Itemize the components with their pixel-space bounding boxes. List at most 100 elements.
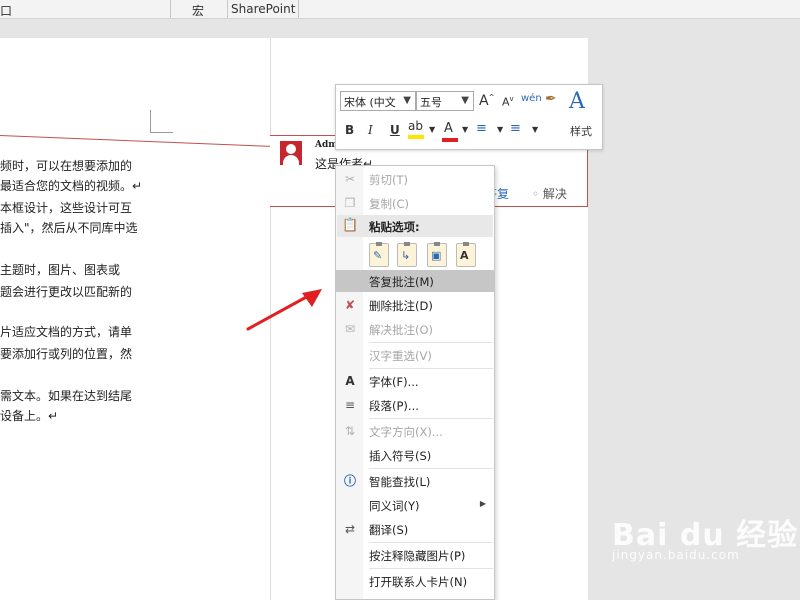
font-name-value: 宋体 (中文 [344, 96, 396, 109]
chevron-down-icon: ▼ [461, 95, 469, 106]
menu-divider [369, 368, 493, 369]
text-only-icon: A [460, 249, 469, 262]
merge-arrow-icon: ↳ [401, 249, 411, 262]
tab-window[interactable]: 口 [0, 2, 12, 19]
picture-icon: ▣ [431, 249, 442, 262]
menu-item-reconvert[interactable]: 汉字重选(V) [336, 344, 494, 366]
italic-button[interactable]: I [368, 123, 373, 137]
menu-item-resolve-comment[interactable]: ✉ 解决批注(O) [336, 318, 494, 340]
shrink-font-icon: A [502, 95, 510, 109]
menu-item-font[interactable]: A 字体(F)... [336, 370, 494, 392]
menu-item-copy[interactable]: ❐ 复制(C) [336, 192, 494, 214]
format-painter-button[interactable]: ✒ [545, 91, 557, 107]
menu-divider [369, 568, 493, 569]
menu-item-hide-ink[interactable]: 按注释隐藏图片(P) [336, 544, 494, 566]
resolve-button[interactable]: ◦ 解决 [532, 185, 567, 202]
delete-comment-icon: ✘ [344, 298, 356, 312]
cut-icon: ✂ [344, 172, 356, 186]
tab-sharepoint[interactable]: SharePoint [231, 2, 295, 16]
highlighter-icon: ab [408, 119, 423, 133]
document-line[interactable]: 主题时，图片、图表或 [0, 259, 120, 281]
menu-item-synonyms[interactable]: 同义词(Y) ▶ [336, 494, 494, 516]
menu-item-label: 答复批注(M) [369, 275, 434, 289]
menu-item-label: 文字方向(X)... [369, 425, 443, 439]
phonetic-guide-button[interactable]: wén [521, 93, 542, 104]
format-painter-icon: ✒ [545, 91, 557, 107]
document-line[interactable]: 需文本。如果在达到结尾 [0, 385, 132, 407]
menu-item-label: 解决批注(O) [369, 323, 434, 337]
chevron-down-icon[interactable]: ▼ [429, 125, 435, 134]
submenu-arrow-icon: ▶ [479, 499, 486, 508]
menu-item-smart-lookup[interactable]: ⓘ 智能查找(L) [336, 470, 494, 492]
paste-options-label: 粘贴选项: [369, 220, 420, 234]
menu-item-label: 删除批注(D) [369, 299, 433, 313]
menu-item-label: 打开联系人卡片(N) [369, 575, 468, 589]
underline-button[interactable]: U [390, 123, 400, 137]
shrink-font-button[interactable]: Av [502, 95, 514, 109]
menu-item-text-direction[interactable]: ⇅ 文字方向(X)... [336, 420, 494, 442]
mini-toolbar: 宋体 (中文 ▼ 五号 ▼ A^ Av wén ✒ A 样式 B I U ab … [335, 84, 603, 150]
menu-item-cut[interactable]: ✂ 剪切(T) [336, 168, 494, 190]
document-line[interactable]: 设备上。↵ [0, 405, 58, 427]
font-name-combo[interactable]: 宋体 (中文 ▼ [340, 91, 416, 111]
menu-item-label: 汉字重选(V) [369, 349, 432, 363]
menu-item-label: 剪切(T) [369, 173, 408, 187]
document-line[interactable]: 本框设计，这些设计可互 [0, 197, 132, 219]
bold-button[interactable]: B [345, 123, 354, 137]
grow-font-button[interactable]: A^ [479, 93, 494, 109]
chevron-down-icon[interactable]: ▼ [532, 125, 538, 134]
highlight-color-bar [408, 135, 424, 139]
bullets-icon[interactable]: ≡ [476, 121, 487, 136]
resolve-icon: ◦ [532, 187, 540, 201]
paste-keep-source-button[interactable]: ✎ [369, 242, 389, 267]
baidu-watermark: Bai du 经验 jingyan.baidu.com [612, 510, 798, 562]
document-line[interactable]: 要添加行或列的位置，然 [0, 343, 132, 365]
menu-divider [369, 342, 493, 343]
margin-corner-mark [150, 110, 173, 133]
menu-item-delete-comment[interactable]: ✘ 删除批注(D) [336, 294, 494, 316]
tab-macro[interactable]: 宏 [192, 2, 204, 19]
document-line[interactable]: 插入"，然后从不同库中选 [0, 217, 138, 239]
document-line[interactable]: 题会进行更改以匹配新的 [0, 281, 132, 303]
menu-item-label: 按注释隐藏图片(P) [369, 549, 466, 563]
font-color-bar [442, 138, 458, 142]
font-color-icon: A [444, 121, 453, 136]
menu-item-open-contact-card[interactable]: 打开联系人卡片(N) [336, 570, 494, 592]
menu-item-label: 插入符号(S) [369, 449, 432, 463]
chevron-down-icon[interactable]: ▼ [497, 125, 503, 134]
paste-icon: 📋 [342, 218, 359, 233]
chevron-down-icon[interactable]: ▼ [462, 125, 468, 134]
paste-picture-button[interactable]: ▣ [427, 242, 447, 267]
document-line[interactable]: 最适合您的文档的视频。↵ [0, 175, 142, 197]
menu-item-translate[interactable]: ⇄ 翻译(S) [336, 518, 494, 540]
menu-item-reply-comment[interactable]: 答复批注(M) [336, 270, 494, 292]
menu-item-label: 段落(P)... [369, 399, 419, 413]
highlight-button[interactable]: ab [408, 119, 424, 139]
paragraph-icon: ≡ [344, 398, 356, 412]
styles-icon[interactable]: A [569, 89, 585, 114]
font-color-button[interactable]: A [442, 121, 458, 142]
styles-label[interactable]: 样式 [570, 123, 592, 139]
menu-item-label: 复制(C) [369, 197, 410, 211]
menu-item-label: 翻译(S) [369, 523, 409, 537]
ribbon-divider [170, 0, 171, 18]
document-line[interactable]: 频时，可以在想要添加的 [0, 155, 132, 177]
paste-options-header: 📋 粘贴选项: [337, 215, 493, 237]
ribbon-divider [298, 0, 299, 18]
phonetic-guide-icon: wén [521, 93, 542, 104]
grow-font-icon: A [479, 93, 489, 109]
paste-text-only-button[interactable]: A [456, 242, 476, 267]
ribbon-tab-strip: 口 宏 SharePoint [0, 0, 800, 19]
menu-item-insert-symbol[interactable]: 插入符号(S) [336, 444, 494, 466]
brush-icon: ✎ [373, 249, 383, 262]
chevron-down-icon: ▼ [403, 95, 411, 106]
menu-divider [369, 418, 493, 419]
font-size-combo[interactable]: 五号 ▼ [416, 91, 474, 111]
paste-merge-format-button[interactable]: ↳ [397, 242, 417, 267]
menu-item-paragraph[interactable]: ≡ 段落(P)... [336, 394, 494, 416]
document-line[interactable]: 片适应文档的方式，请单 [0, 321, 132, 343]
menu-item-label: 同义词(Y) [369, 499, 420, 513]
numbering-icon[interactable]: ≡ [510, 121, 521, 136]
menu-item-label: 智能查找(L) [369, 475, 431, 489]
watermark-url: jingyan.baidu.com [612, 548, 740, 562]
